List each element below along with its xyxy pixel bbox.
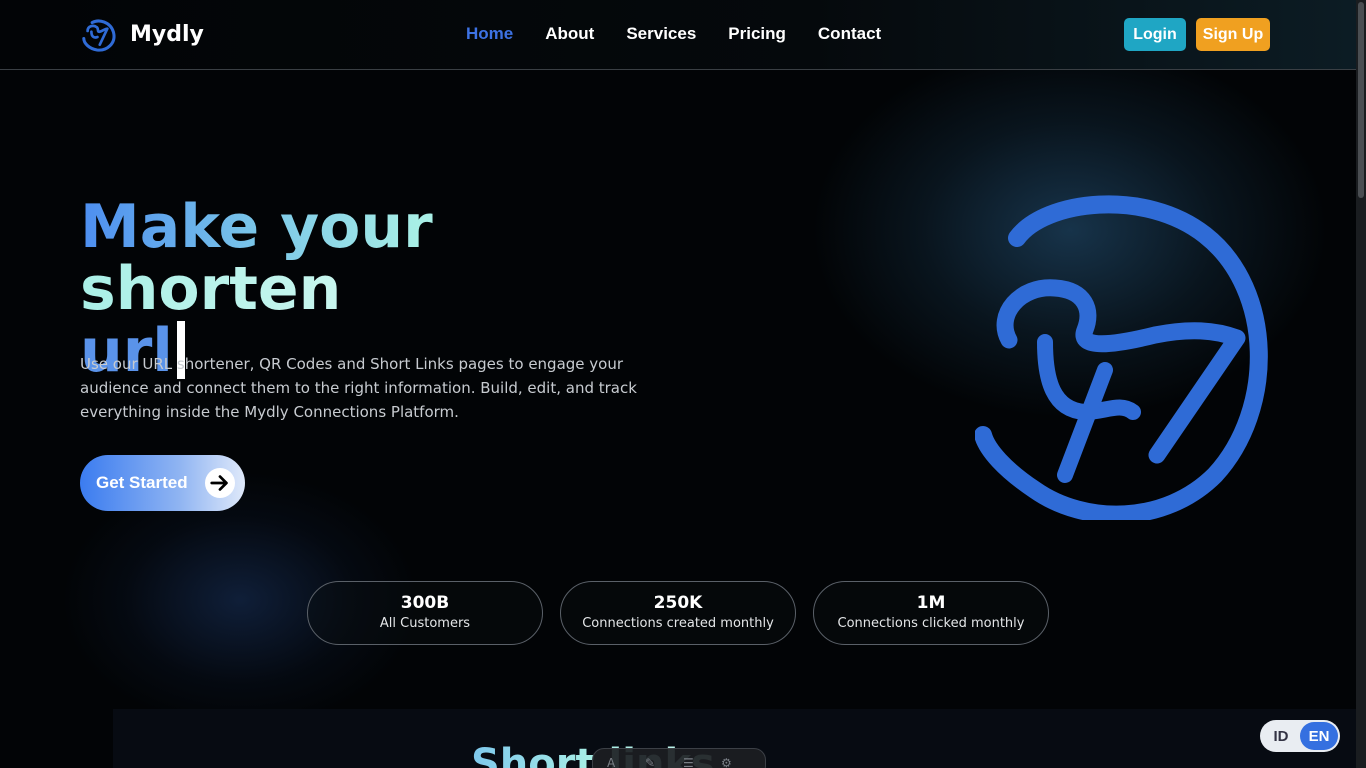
list-icon[interactable]: ☰: [683, 756, 697, 768]
stat-label: Connections created monthly: [582, 616, 774, 631]
stat-value: 1M: [916, 593, 946, 613]
stat-label: Connections clicked monthly: [837, 616, 1025, 631]
nav-home[interactable]: Home: [466, 24, 513, 44]
hero-title-line1: Make your shorten: [80, 192, 433, 324]
stat-label: All Customers: [379, 616, 471, 631]
stat-card: 250K Connections created monthly: [560, 581, 796, 645]
stat-value: 250K: [653, 593, 703, 613]
stats-row: 300B All Customers 250K Connections crea…: [307, 581, 1049, 645]
language-toggle[interactable]: ID EN: [1260, 720, 1340, 752]
nav-about[interactable]: About: [545, 24, 594, 44]
brand-name: Mydly: [130, 21, 204, 47]
nav-services[interactable]: Services: [626, 24, 696, 44]
signup-button[interactable]: Sign Up: [1196, 18, 1270, 51]
login-button[interactable]: Login: [1124, 18, 1186, 51]
scrollbar[interactable]: [1356, 0, 1366, 768]
mydly-logo-icon: [975, 195, 1268, 520]
main-nav: Home About Services Pricing Contact: [466, 24, 881, 44]
lang-option-en[interactable]: EN: [1300, 722, 1338, 750]
stat-value: 300B: [400, 593, 450, 613]
floating-toolbar[interactable]: A ✎ ☰ ⚙: [592, 748, 766, 768]
gear-icon[interactable]: ⚙: [721, 756, 735, 768]
stat-card: 1M Connections clicked monthly: [813, 581, 1049, 645]
get-started-button[interactable]: Get Started: [80, 455, 245, 511]
arrow-right-icon: [205, 468, 235, 498]
stat-card: 300B All Customers: [307, 581, 543, 645]
get-started-label: Get Started: [96, 473, 188, 492]
text-icon[interactable]: A: [607, 756, 621, 768]
lang-option-id[interactable]: ID: [1262, 722, 1300, 750]
hero-description: Use our URL shortener, QR Codes and Shor…: [80, 355, 637, 421]
auth-buttons: Login Sign Up: [1124, 18, 1270, 51]
nav-pricing[interactable]: Pricing: [728, 24, 786, 44]
top-navbar: Mydly Home About Services Pricing Contac…: [0, 0, 1356, 70]
brush-icon[interactable]: ✎: [645, 756, 659, 768]
brand[interactable]: Mydly: [80, 15, 204, 53]
scrollbar-thumb[interactable]: [1358, 2, 1364, 198]
mydly-logo-icon: [82, 19, 116, 52]
nav-contact[interactable]: Contact: [818, 24, 881, 44]
